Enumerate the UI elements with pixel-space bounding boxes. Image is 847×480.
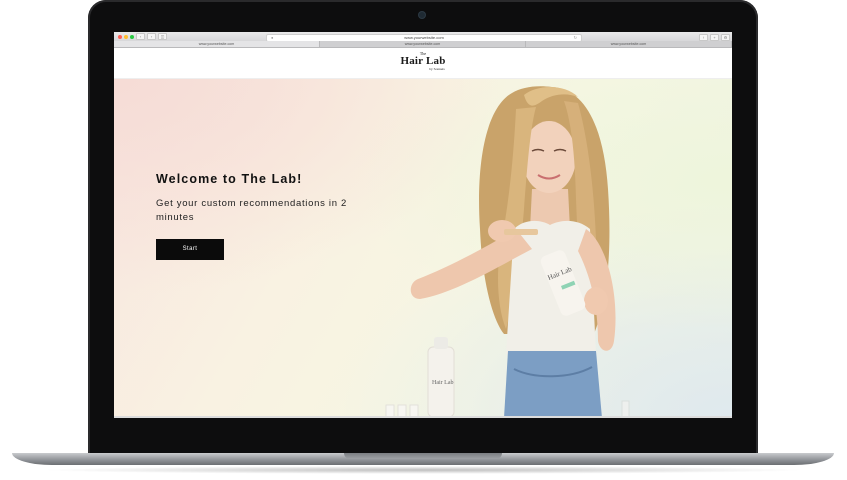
sidebar-icon[interactable]: ◫: [158, 33, 167, 40]
laptop-shadow: [40, 466, 807, 474]
reload-icon[interactable]: ↻: [574, 35, 577, 41]
close-window-icon[interactable]: [118, 34, 122, 39]
hero-section: Hair Lab Hair Lab Welcome to The Lab! Ge…: [114, 79, 732, 418]
webcam: [419, 12, 425, 18]
hair-lab-logo[interactable]: The Hair Lab by Sonnets: [114, 51, 732, 72]
browser-toolbar: ‹ › ◫ ● www.yourwebsite.com ↻ ↑ + ⚙: [114, 32, 732, 42]
settings-icon[interactable]: ⚙: [721, 33, 730, 41]
site-header: The Hair Lab by Sonnets: [114, 48, 732, 79]
toolbar-actions: ↑ + ⚙: [699, 33, 730, 41]
new-tab-icon[interactable]: +: [710, 33, 719, 41]
tab-1[interactable]: www.yourwebsite.com: [114, 41, 320, 47]
share-icon[interactable]: ↑: [699, 33, 708, 41]
maximize-window-icon[interactable]: [130, 34, 134, 39]
forward-icon[interactable]: ›: [147, 33, 156, 40]
browser-tabs: www.yourwebsite.com www.yourwebsite.com …: [114, 41, 732, 48]
address-text: www.yourwebsite.com: [404, 34, 444, 40]
hero-subtitle: Get your custom recommendations in 2 min…: [156, 198, 347, 223]
back-icon[interactable]: ‹: [136, 33, 145, 40]
laptop-notch: [344, 453, 502, 459]
bottle-label-table: Hair Lab: [432, 380, 454, 386]
hero-photo-model: Hair Lab Hair Lab: [385, 86, 630, 418]
logo-by: by Sonnets: [429, 67, 445, 71]
tab-3[interactable]: www.yourwebsite.com: [526, 41, 732, 47]
minimize-window-icon[interactable]: [124, 34, 128, 39]
hero-title: Welcome to The Lab!: [156, 172, 303, 186]
lock-icon: ●: [271, 34, 274, 40]
tab-2[interactable]: www.yourwebsite.com: [320, 41, 526, 47]
page-bottom-edge: [114, 416, 732, 418]
start-button[interactable]: Start: [156, 239, 224, 260]
logo-name: Hair Lab: [400, 55, 446, 67]
laptop-screen: ‹ › ◫ ● www.yourwebsite.com ↻ ↑ + ⚙ www.…: [114, 32, 732, 418]
